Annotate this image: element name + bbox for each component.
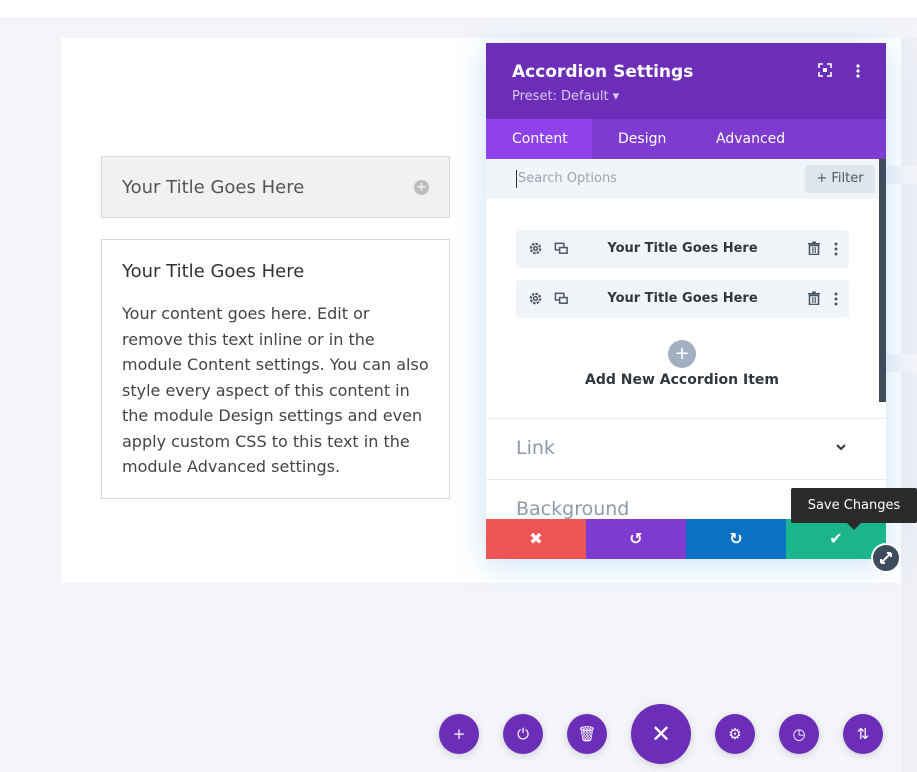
edge-strip	[886, 354, 917, 372]
add-new-accordion-item-button[interactable]: Add New Accordion Item	[486, 372, 878, 388]
more-vertical-icon[interactable]	[850, 63, 866, 79]
plus-circle-icon[interactable]: +	[414, 180, 429, 195]
history-button[interactable]: ◷	[779, 714, 819, 754]
sort-button[interactable]: ⇅	[843, 714, 883, 754]
top-bar	[0, 0, 917, 17]
accordion-item-row[interactable]: Your Title Goes Here	[516, 280, 849, 318]
gear-icon[interactable]	[527, 291, 543, 307]
trash-icon[interactable]	[806, 241, 822, 257]
discard-button[interactable]: ✖	[486, 519, 586, 559]
trash-button[interactable]: 🗑	[567, 714, 607, 754]
search-options-input[interactable]: Search Options	[516, 170, 617, 188]
section-background[interactable]: Background	[516, 498, 629, 520]
accordion-settings-modal: Accordion Settings Preset: Default ▾ Con…	[486, 43, 886, 559]
divider	[486, 479, 886, 480]
power-button[interactable]: ⏻	[503, 714, 543, 754]
more-vertical-icon[interactable]	[828, 241, 844, 257]
filter-button[interactable]: + Filter	[805, 165, 875, 193]
resize-handle-icon[interactable]	[871, 543, 901, 573]
undo-button[interactable]: ↺	[586, 519, 686, 559]
accordion-item-closed[interactable]: Your Title Goes Here +	[101, 156, 450, 218]
accordion-title: Your Title Goes Here	[122, 177, 305, 198]
modal-title: Accordion Settings	[512, 62, 694, 82]
close-builder-button[interactable]: ✕	[631, 704, 691, 764]
trash-icon[interactable]	[806, 291, 822, 307]
preset-dropdown[interactable]: Preset: Default ▾	[512, 89, 619, 104]
add-item-plus-icon[interactable]: +	[668, 340, 696, 368]
divider	[486, 418, 886, 419]
more-vertical-icon[interactable]	[828, 291, 844, 307]
modal-tabs: Content Design Advanced	[486, 119, 886, 159]
right-edge	[901, 38, 917, 772]
add-module-button[interactable]: +	[439, 714, 479, 754]
accordion-content: Your content goes here. Edit or remove t…	[122, 304, 429, 476]
save-changes-tooltip: Save Changes	[791, 488, 917, 523]
accordion-title: Your Title Goes Here	[122, 261, 305, 282]
edge-strip	[886, 166, 917, 184]
tab-design[interactable]: Design	[592, 119, 690, 159]
duplicate-icon[interactable]	[553, 241, 569, 257]
search-row: Search Options + Filter	[486, 159, 878, 199]
tab-content[interactable]: Content	[486, 119, 592, 159]
gear-icon[interactable]	[527, 241, 543, 257]
settings-button[interactable]: ⚙	[715, 714, 755, 754]
tab-advanced[interactable]: Advanced	[690, 119, 810, 159]
redo-button[interactable]: ↻	[686, 519, 786, 559]
modal-header: Accordion Settings Preset: Default ▾	[486, 43, 886, 119]
tooltip-arrow	[847, 523, 861, 530]
fullscreen-icon[interactable]	[817, 63, 833, 79]
scrollbar[interactable]	[879, 159, 886, 402]
chevron-down-icon[interactable]	[833, 440, 849, 456]
duplicate-icon[interactable]	[553, 291, 569, 307]
accordion-item-open[interactable]: Your Title Goes Here Your content goes h…	[101, 239, 450, 499]
accordion-item-row[interactable]: Your Title Goes Here	[516, 230, 849, 268]
section-link[interactable]: Link	[516, 437, 555, 459]
